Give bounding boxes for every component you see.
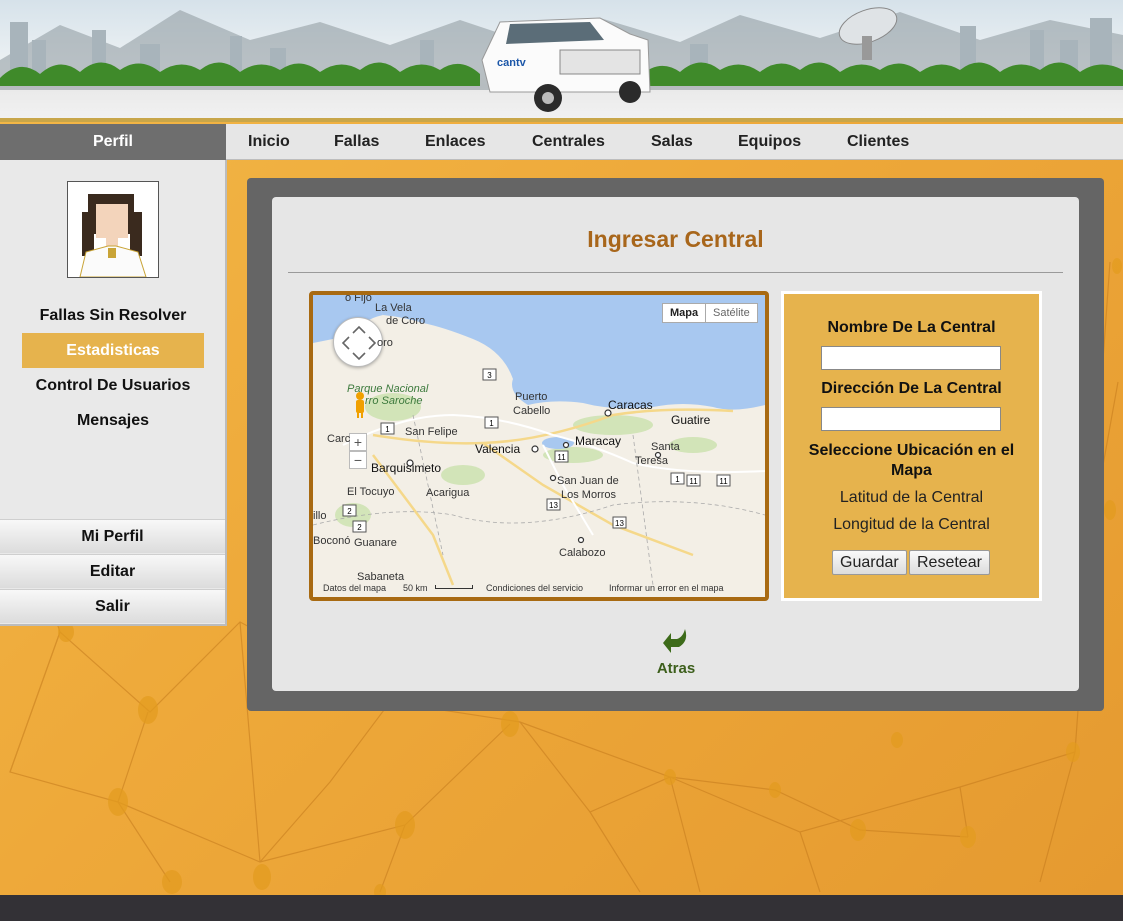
header-banner: cantv: [0, 0, 1123, 122]
road-shield: 11: [686, 474, 701, 487]
map-label-saroche: rro Saroche: [365, 395, 423, 407]
latitude-label: Latitud de la Central: [839, 489, 984, 506]
location-map[interactable]: 3 1 1 11 1 11 11 13 13 2 2 + − Mapa Satélite o Fij…: [309, 291, 769, 601]
map-label-maracay: Maracay: [575, 434, 622, 448]
header-divider: [0, 118, 1123, 122]
map-label-parque-nacional: Parque Nacional: [347, 383, 429, 395]
map-type-satelite-button[interactable]: Satélite: [705, 303, 758, 323]
map-label-puerto: Puerto: [515, 391, 548, 403]
back-link[interactable]: Atras: [646, 625, 706, 677]
map-label-punto-fijo: o Fijo: [345, 292, 372, 304]
truck-image: cantv: [481, 17, 651, 112]
map-pan-control[interactable]: [333, 317, 383, 367]
map-label-guanare: Guanare: [354, 537, 397, 549]
resetear-button[interactable]: Resetear: [909, 550, 990, 575]
guardar-button[interactable]: Guardar: [832, 550, 907, 575]
map-label-santa: Santa: [651, 441, 680, 453]
map-label-bocono: Boconó: [313, 535, 351, 547]
avatar: [67, 181, 159, 278]
road-shield: 11: [554, 450, 569, 463]
map-label-teresa: Teresa: [635, 455, 669, 467]
map-label-san-juan: San Juan de: [557, 475, 619, 487]
map-label-coro: oro: [377, 337, 393, 349]
nav-enlaces[interactable]: Enlaces: [425, 124, 485, 160]
nav-fallas[interactable]: Fallas: [334, 124, 379, 160]
map-label-guatire: Guatire: [671, 413, 711, 427]
nav-inicio[interactable]: Inicio: [248, 124, 290, 160]
address-label: Dirección De La Central: [821, 380, 1002, 397]
road-shield: 13: [612, 516, 627, 529]
svg-text:2: 2: [347, 507, 352, 516]
map-label-carora: Carc: [327, 433, 351, 445]
tab-perfil[interactable]: Perfil: [0, 124, 226, 160]
map-type-mapa-button[interactable]: Mapa: [662, 303, 707, 323]
map-scale-bar: [435, 585, 473, 589]
svg-text:13: 13: [549, 501, 558, 510]
svg-text:2: 2: [357, 523, 362, 532]
central-address-input[interactable]: [821, 407, 1001, 431]
sidebar: Fallas Sin Resolver Estadisticas Control…: [0, 160, 227, 626]
central-name-input[interactable]: [821, 346, 1001, 370]
mi-perfil-button[interactable]: Mi Perfil: [0, 519, 225, 553]
map-scale: 50 km: [403, 583, 428, 593]
back-arrow-icon: [663, 629, 687, 653]
editar-button[interactable]: Editar: [0, 554, 225, 588]
map-label-acarigua: Acarigua: [426, 487, 470, 499]
title-divider: [288, 272, 1063, 273]
svg-text:11: 11: [689, 477, 698, 486]
road-shield: 3: [482, 368, 497, 381]
nav-salas[interactable]: Salas: [651, 124, 693, 160]
nav-centrales[interactable]: Centrales: [532, 124, 605, 160]
map-label-calabozo: Calabozo: [559, 547, 606, 559]
sidebar-item-fallas-sin-resolver[interactable]: Fallas Sin Resolver: [22, 298, 204, 333]
road-shield: 1: [670, 472, 685, 485]
nav-clientes[interactable]: Clientes: [847, 124, 909, 160]
sidebar-item-mensajes[interactable]: Mensajes: [22, 403, 204, 438]
central-form: Nombre De La Central Dirección De La Cen…: [781, 291, 1042, 601]
longitude-label: Longitud de la Central: [833, 516, 990, 533]
sidebar-item-control-de-usuarios[interactable]: Control De Usuarios: [22, 368, 204, 403]
map-label-de-coro: de Coro: [386, 315, 426, 327]
road-shield: 13: [546, 498, 561, 511]
map-data-credit: Datos del mapa: [323, 583, 387, 593]
svg-text:1: 1: [385, 425, 390, 434]
map-label-caracas: Caracas: [608, 398, 653, 412]
map-label-cabello: Cabello: [513, 405, 551, 417]
nav-equipos[interactable]: Equipos: [738, 124, 801, 160]
map-label-trujillo: illo: [313, 510, 327, 522]
map-label-valencia: Valencia: [475, 442, 521, 456]
user-avatar-image: [79, 194, 147, 278]
map-label-los-morros: Los Morros: [561, 489, 617, 501]
svg-text:3: 3: [487, 371, 492, 380]
road-shield: 1: [484, 416, 499, 429]
sidebar-item-estadisticas[interactable]: Estadisticas: [22, 333, 204, 368]
select-location-label: Seleccione Ubicación en el Mapa: [808, 442, 1015, 479]
road-shield: 2: [342, 504, 357, 517]
map-label-sabaneta: Sabaneta: [357, 571, 405, 583]
footer-bar: [0, 895, 1123, 921]
svg-text:1: 1: [489, 419, 494, 428]
page-title: Ingresar Central: [587, 226, 764, 252]
road-shield: 2: [352, 520, 367, 533]
name-label: Nombre De La Central: [827, 319, 996, 336]
map-terms-link[interactable]: Condiciones del servicio: [486, 583, 583, 593]
zoom-in-button[interactable]: +: [349, 433, 367, 451]
city-landscape-illustration: cantv: [0, 7, 1123, 112]
map-label-el-tocuyo: El Tocuyo: [347, 486, 395, 498]
svg-text:11: 11: [557, 453, 566, 462]
svg-text:13: 13: [615, 519, 624, 528]
salir-button[interactable]: Salir: [0, 589, 225, 623]
map-label-san-felipe: San Felipe: [405, 426, 458, 438]
map-label-la-vela: La Vela: [375, 302, 412, 314]
map-report-error-link[interactable]: Informar un error en el mapa: [609, 583, 724, 593]
top-navigation: Perfil Inicio Fallas Enlaces Centrales S…: [0, 124, 1123, 160]
map-label-barquisimeto: Barquisimeto: [371, 461, 442, 475]
road-shield: 11: [716, 474, 731, 487]
svg-text:11: 11: [719, 477, 728, 486]
svg-text:1: 1: [675, 475, 680, 484]
road-shield: 1: [380, 422, 395, 435]
svg-text:cantv: cantv: [497, 57, 527, 69]
back-label: Atras: [656, 660, 696, 677]
zoom-out-button[interactable]: −: [349, 451, 367, 469]
